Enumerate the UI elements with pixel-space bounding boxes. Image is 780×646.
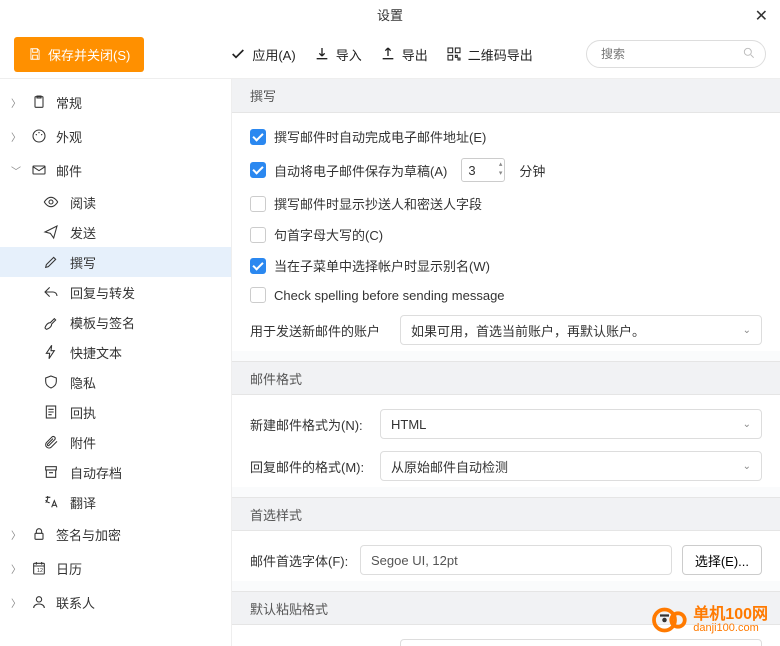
checkbox-capital[interactable] — [250, 227, 266, 243]
sidebar-group-appearance[interactable]: 〉 外观 — [0, 119, 231, 153]
checkbox-autosave[interactable] — [250, 162, 266, 178]
save-close-label: 保存并关闭(S) — [48, 45, 130, 64]
sidebar-item-send[interactable]: 发送 — [0, 217, 231, 247]
export-button[interactable]: 导出 — [380, 45, 428, 64]
account-select[interactable]: 如果可用，首选当前账户，再默认账户。 ⌄ — [400, 315, 762, 345]
lock-icon — [30, 526, 48, 542]
reply-format-label: 回复邮件的格式(M): — [250, 457, 370, 476]
section-header-style: 首选样式 — [232, 497, 780, 531]
checkbox-spellcheck-label: Check spelling before sending message — [274, 288, 505, 303]
sidebar-group-general[interactable]: 〉 常规 — [0, 85, 231, 119]
checkbox-capital-label: 句首字母大写的(C) — [274, 225, 383, 244]
font-choose-button[interactable]: 选择(E)... — [682, 545, 762, 575]
sidebar-item-reply[interactable]: 回复与转发 — [0, 277, 231, 307]
paperclip-icon — [42, 434, 60, 450]
chevron-right-icon: 〉 — [10, 95, 22, 110]
save-close-button[interactable]: 保存并关闭(S) — [14, 37, 144, 72]
bolt-icon — [42, 344, 60, 360]
sidebar: 〉 常规 〉 外观 ﹀ 邮件 阅读 发送 撰写 回复与转发 — [0, 79, 232, 646]
chevron-right-icon: 〉 — [10, 129, 22, 144]
sidebar-item-attach[interactable]: 附件 — [0, 427, 231, 457]
sidebar-item-autofile[interactable]: 自动存档 — [0, 457, 231, 487]
eye-icon — [42, 194, 60, 210]
receipt-icon — [42, 404, 60, 420]
apply-button[interactable]: 应用(A) — [230, 45, 295, 64]
chevron-right-icon: 〉 — [10, 527, 22, 542]
watermark-logo-icon — [651, 602, 687, 638]
archive-icon — [42, 464, 60, 480]
checkbox-autocomplete[interactable] — [250, 129, 266, 145]
sidebar-item-privacy[interactable]: 隐私 — [0, 367, 231, 397]
autosave-interval-input[interactable]: 3 ▴▾ — [461, 158, 505, 182]
import-button[interactable]: 导入 — [314, 45, 362, 64]
checkbox-autosave-suffix: 分钟 — [519, 161, 545, 180]
new-format-label: 新建邮件格式为(N): — [250, 415, 370, 434]
spinner-icon[interactable]: ▴▾ — [499, 160, 503, 178]
sidebar-item-read[interactable]: 阅读 — [0, 187, 231, 217]
checkbox-spellcheck[interactable] — [250, 287, 266, 303]
import-icon — [314, 46, 330, 62]
qrcode-icon — [446, 46, 462, 62]
sidebar-group-sign[interactable]: 〉 签名与加密 — [0, 517, 231, 551]
sidebar-group-contacts[interactable]: 〉 联系人 — [0, 585, 231, 619]
font-display: Segoe UI, 12pt — [360, 545, 672, 575]
export-icon — [380, 46, 396, 62]
checkbox-ccbcc-label: 撰写邮件时显示抄送人和密送人字段 — [274, 194, 482, 213]
paperplane-icon — [42, 224, 60, 240]
sidebar-item-translate[interactable]: 翻译 — [0, 487, 231, 517]
checkbox-alias-label: 当在子菜单中选择帐户时显示别名(W) — [274, 256, 490, 275]
account-label: 用于发送新邮件的账户 — [250, 321, 390, 340]
calendar-icon: 12 — [30, 560, 48, 576]
shield-icon — [42, 374, 60, 390]
user-icon — [30, 594, 48, 610]
paste-format-select[interactable]: 保留格式 ⌄ — [400, 639, 762, 646]
check-icon — [230, 46, 246, 62]
chevron-down-icon: ⌄ — [743, 419, 751, 430]
reply-format-select[interactable]: 从原始邮件自动检测 ⌄ — [380, 451, 762, 481]
translate-icon — [42, 494, 60, 510]
watermark: 单机100网 danji100.com — [651, 602, 768, 638]
checkbox-autosave-prefix: 自动将电子邮件保存为草稿(A) — [274, 161, 447, 180]
pen-icon — [42, 314, 60, 330]
sidebar-group-calendar[interactable]: 〉 12 日历 — [0, 551, 231, 585]
checkbox-autocomplete-label: 撰写邮件时自动完成电子邮件地址(E) — [274, 127, 486, 146]
new-format-select[interactable]: HTML ⌄ — [380, 409, 762, 439]
search-icon — [742, 46, 756, 63]
checkbox-alias[interactable] — [250, 258, 266, 274]
font-label: 邮件首选字体(F): — [250, 551, 350, 570]
sidebar-group-mail[interactable]: ﹀ 邮件 — [0, 153, 231, 187]
chevron-down-icon: ⌄ — [743, 461, 751, 472]
save-icon — [28, 47, 42, 61]
chevron-right-icon: 〉 — [10, 595, 22, 610]
section-header-format: 邮件格式 — [232, 361, 780, 395]
sidebar-item-quicktext[interactable]: 快捷文本 — [0, 337, 231, 367]
reply-icon — [42, 284, 60, 300]
checkbox-ccbcc[interactable] — [250, 196, 266, 212]
watermark-url: danji100.com — [693, 623, 768, 634]
window-title: 设置 — [377, 5, 403, 24]
svg-text:12: 12 — [37, 568, 43, 574]
qrcode-button[interactable]: 二维码导出 — [446, 45, 533, 64]
sidebar-item-receipt[interactable]: 回执 — [0, 397, 231, 427]
chevron-down-icon: ﹀ — [10, 163, 22, 178]
clipboard-icon — [30, 94, 48, 110]
watermark-title: 单机100网 — [693, 607, 768, 623]
search-input[interactable] — [586, 40, 766, 68]
chevron-down-icon: ⌄ — [743, 325, 751, 336]
sidebar-item-template[interactable]: 模板与签名 — [0, 307, 231, 337]
section-header-compose: 撰写 — [232, 79, 780, 113]
close-icon[interactable]: ✕ — [755, 6, 768, 26]
sidebar-item-compose[interactable]: 撰写 — [0, 247, 231, 277]
chevron-right-icon: 〉 — [10, 561, 22, 576]
content-panel: 撰写 撰写邮件时自动完成电子邮件地址(E) 自动将电子邮件保存为草稿(A) 3 … — [232, 79, 780, 646]
pencil-icon — [42, 254, 60, 270]
envelope-icon — [30, 162, 48, 178]
palette-icon — [30, 128, 48, 144]
